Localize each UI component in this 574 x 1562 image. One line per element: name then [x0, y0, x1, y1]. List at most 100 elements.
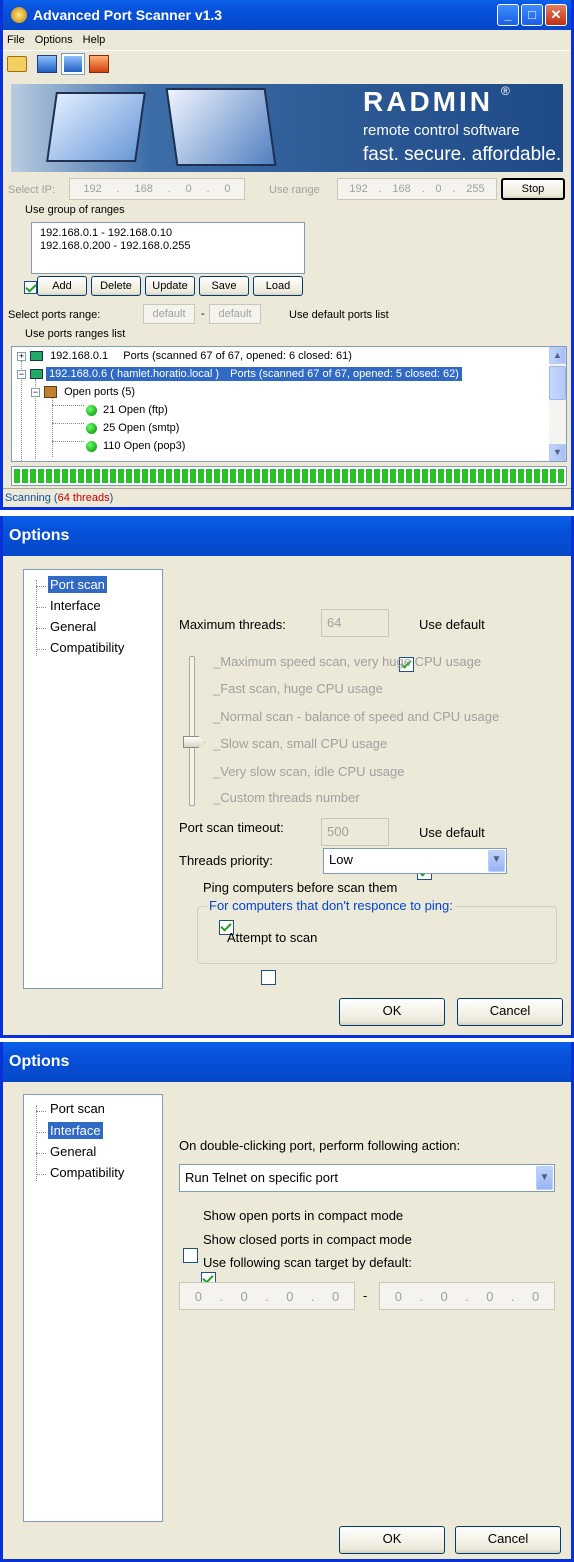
stop-scan-icon[interactable]: [89, 55, 109, 73]
slider-thumb[interactable]: [183, 736, 205, 748]
table-row[interactable]: 192.168.0.6 ( hamlet.horatio.local ) Por…: [30, 367, 462, 381]
timeout-label: Port scan timeout:: [179, 820, 284, 835]
delete-button[interactable]: Delete: [91, 276, 141, 296]
ok-button[interactable]: OK: [339, 1526, 445, 1554]
result-host: ( hamlet.horatio.local ): [110, 368, 220, 380]
update-button[interactable]: Update: [145, 276, 195, 296]
banner-brand: RADMIN: [363, 86, 493, 117]
scroll-up-button[interactable]: ▲: [549, 347, 566, 364]
action-select[interactable]: Run Telnet on specific port ▼: [179, 1164, 555, 1192]
ports-from-field[interactable]: default: [143, 304, 195, 324]
ports-to-field[interactable]: default: [209, 304, 261, 324]
timeout-input[interactable]: 500: [321, 818, 389, 846]
scan-network-icon[interactable]: [61, 53, 85, 75]
status-suffix: ): [109, 492, 114, 504]
slider-level: _Normal scan - balance of speed and CPU …: [213, 709, 500, 724]
action-label: On double-clicking port, perform followi…: [179, 1138, 461, 1153]
collapse-icon[interactable]: −: [31, 388, 40, 397]
cancel-button[interactable]: Cancel: [455, 1526, 561, 1554]
maximize-button[interactable]: □: [521, 4, 543, 26]
add-button[interactable]: Add: [37, 276, 87, 296]
target-octet: 0: [394, 1288, 402, 1304]
vertical-scrollbar[interactable]: ▲ ▼: [549, 347, 566, 461]
nav-item-interface[interactable]: Interface: [48, 1122, 103, 1139]
options-titlebar[interactable]: Options: [3, 1042, 571, 1082]
registered-mark: ®: [501, 84, 510, 98]
close-button[interactable]: ✕: [545, 4, 567, 26]
banner-slogan: fast. secure. affordable.: [363, 144, 562, 165]
ip-from-octet: 0: [224, 183, 231, 195]
options-nav-tree[interactable]: Port scan Interface General Compatibilit…: [23, 1094, 163, 1522]
nav-item-compatibility[interactable]: Compatibility: [50, 640, 124, 655]
use-default-timeout-label: Use default: [419, 825, 485, 840]
collapse-icon[interactable]: −: [17, 370, 26, 379]
compact-closed-label: Show closed ports in compact mode: [203, 1232, 412, 1247]
scroll-down-button[interactable]: ▼: [549, 444, 566, 461]
radmin-banner[interactable]: RADMIN ® remote control software fast. s…: [11, 84, 563, 172]
list-item[interactable]: 110 Open (pop3): [86, 440, 185, 452]
tree-node-open-ports[interactable]: Open ports (5): [44, 386, 135, 399]
selected-result: 192.168.0.6 ( hamlet.horatio.local ) Por…: [46, 367, 462, 381]
nav-item-compatibility[interactable]: Compatibility: [50, 1165, 124, 1180]
nav-item-general[interactable]: General: [50, 1144, 96, 1159]
slider-level: _Fast scan, huge CPU usage: [213, 681, 383, 696]
menu-file[interactable]: File: [7, 34, 25, 46]
load-button[interactable]: Load: [253, 276, 303, 296]
chevron-down-icon[interactable]: ▼: [488, 850, 505, 872]
list-item[interactable]: 192.168.0.200 - 192.168.0.255: [40, 240, 296, 253]
stop-button[interactable]: Stop: [501, 178, 565, 200]
menu-bar: File Options Help: [3, 30, 571, 50]
attempt-scan-checkbox[interactable]: [261, 970, 277, 985]
port-label: 21 Open (ftp): [103, 404, 168, 416]
ok-button[interactable]: OK: [339, 998, 445, 1026]
expand-icon[interactable]: +: [17, 352, 26, 361]
list-item[interactable]: 192.168.0.1 - 192.168.0.10: [40, 227, 296, 240]
menu-options[interactable]: Options: [35, 34, 73, 46]
ip-to-field[interactable]: 192. 168. 0. 255: [337, 178, 497, 200]
ranges-list[interactable]: 192.168.0.1 - 192.168.0.10 192.168.0.200…: [31, 222, 305, 274]
scanner-titlebar[interactable]: Advanced Port Scanner v1.3 _ □ ✕: [3, 0, 571, 30]
nav-item-general[interactable]: General: [50, 619, 96, 634]
table-row[interactable]: 192.168.0.1 Ports (scanned 67 of 67, ope…: [30, 350, 352, 362]
target-octet: 0: [240, 1288, 248, 1304]
result-ip: 192.168.0.6: [49, 368, 108, 380]
results-tree[interactable]: + − − 192.168.0.1 Ports (scanned 67 of 6…: [11, 346, 567, 462]
open-port-icon: [86, 422, 97, 434]
list-item[interactable]: 25 Open (smtp): [86, 422, 179, 434]
banner-screen-image-2: [165, 88, 277, 166]
menu-help[interactable]: Help: [83, 34, 106, 46]
priority-select[interactable]: Low ▼: [323, 848, 507, 874]
save-button[interactable]: Save: [199, 276, 249, 296]
minimize-button[interactable]: _: [497, 4, 519, 26]
nav-item-port-scan[interactable]: Port scan: [50, 1101, 105, 1116]
open-folder-icon[interactable]: [7, 56, 27, 72]
max-threads-input[interactable]: 64: [321, 609, 389, 637]
slider-level: _Custom threads number: [213, 790, 360, 805]
ip-from-field[interactable]: 192. 168. 0. 0: [69, 178, 245, 200]
target-to-field[interactable]: 0.0.0.0: [379, 1282, 555, 1310]
nav-item-port-scan[interactable]: Port scan: [48, 576, 107, 593]
use-default-threads-label: Use default: [419, 617, 485, 632]
select-ip-label: Select IP:: [8, 184, 56, 196]
cancel-button[interactable]: Cancel: [457, 998, 563, 1026]
result-info: Ports (scanned 67 of 67, opened: 6 close…: [123, 350, 352, 362]
computer-icon: [30, 351, 43, 362]
slider-level: _Slow scan, small CPU usage: [213, 736, 388, 751]
target-from-field[interactable]: 0.0.0.0: [179, 1282, 355, 1310]
compact-open-checkbox[interactable]: [183, 1248, 198, 1263]
priority-label: Threads priority:: [179, 853, 273, 868]
use-group-checkbox[interactable]: [24, 281, 38, 294]
options-titlebar[interactable]: Options: [3, 516, 571, 556]
action-value: Run Telnet on specific port: [185, 1170, 338, 1185]
status-bar: Scanning (64 threads): [3, 488, 571, 508]
result-ip: 192.168.0.1: [50, 350, 109, 362]
chevron-down-icon[interactable]: ▼: [536, 1166, 553, 1190]
scan-speed-slider[interactable]: [189, 656, 195, 806]
open-port-icon: [86, 404, 97, 416]
scroll-thumb[interactable]: [549, 366, 566, 400]
list-item[interactable]: 21 Open (ftp): [86, 404, 168, 416]
nav-item-interface[interactable]: Interface: [50, 598, 101, 613]
scan-computer-icon[interactable]: [37, 55, 57, 73]
options-nav-tree[interactable]: Port scan Interface General Compatibilit…: [23, 569, 163, 989]
max-threads-label: Maximum threads:: [179, 617, 286, 632]
